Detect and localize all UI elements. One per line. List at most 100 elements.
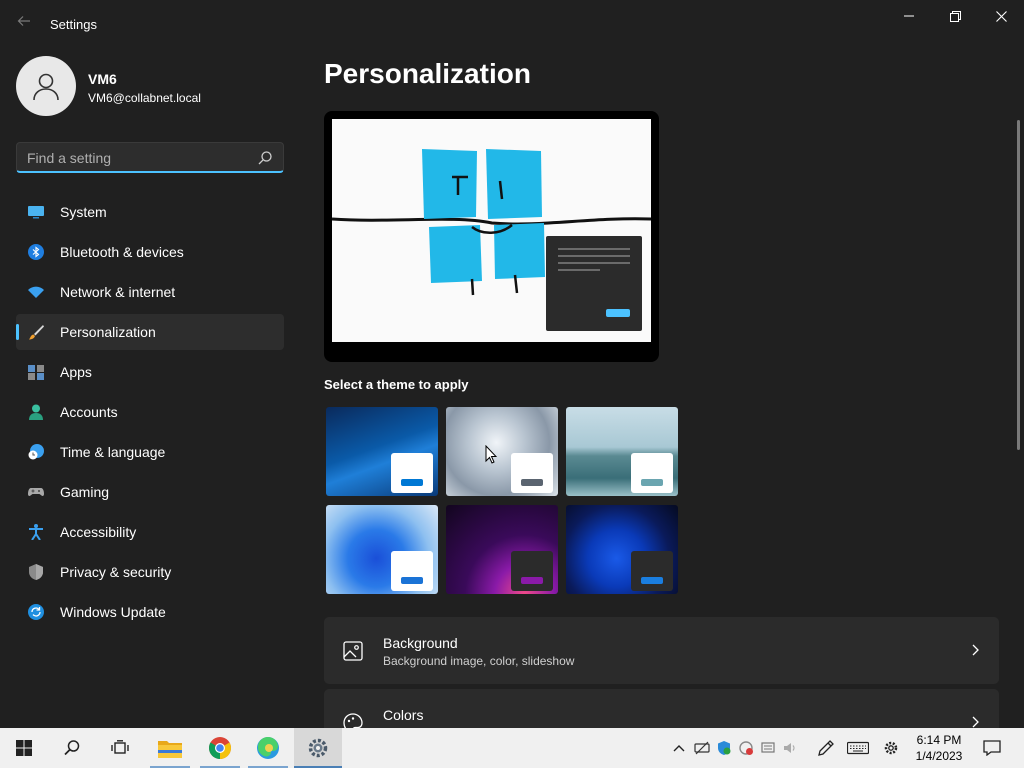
notifications-icon[interactable] <box>983 740 1001 756</box>
search-input[interactable] <box>27 148 247 168</box>
gamepad-icon <box>28 488 44 496</box>
title-bar: Settings <box>0 0 1024 48</box>
sidebar-item-label: Personalization <box>60 324 156 340</box>
close-button[interactable] <box>978 0 1024 32</box>
user-name: VM6 <box>88 71 117 87</box>
sidebar-item-bluetooth[interactable]: Bluetooth & devices <box>16 234 284 270</box>
mouse-cursor <box>485 445 497 464</box>
palette-icon <box>343 713 363 728</box>
pen-icon[interactable] <box>818 740 834 756</box>
search-icon <box>64 740 80 756</box>
sidebar-item-label: Accounts <box>60 404 118 420</box>
taskbar-search-button[interactable] <box>48 728 96 768</box>
theme-mini-window <box>631 453 673 493</box>
theme-mini-button <box>641 479 663 486</box>
person-icon <box>29 404 43 420</box>
sidebar-item-system[interactable]: System <box>16 194 284 230</box>
update-icon <box>28 604 44 620</box>
chrome-icon <box>209 737 231 759</box>
edge-button[interactable] <box>244 728 292 768</box>
theme-preview <box>324 111 659 362</box>
theme-mini-window <box>511 453 553 493</box>
sidebar-item-time-language[interactable]: Time & language <box>16 434 284 470</box>
security-icon[interactable] <box>716 740 732 756</box>
theme-mini-button <box>521 479 543 486</box>
sidebar-item-network[interactable]: Network & internet <box>16 274 284 310</box>
sidebar-item-gaming[interactable]: Gaming <box>16 474 284 510</box>
clock-date[interactable]: 1/4/2023 <box>914 749 964 763</box>
clock-time[interactable]: 6:14 PM <box>914 733 964 747</box>
edge-icon <box>257 736 279 759</box>
theme-mini-button <box>401 577 423 584</box>
card-title: Background <box>383 635 458 651</box>
shield-icon <box>29 564 43 580</box>
card-title: Colors <box>383 707 424 723</box>
theme-mini-button <box>401 479 423 486</box>
avatar <box>16 56 76 116</box>
theme-tile-bloom-light[interactable] <box>326 505 438 594</box>
sidebar-item-label: Time & language <box>60 444 166 460</box>
sidebar-nav: System Bluetooth & devices Network & int… <box>16 194 284 634</box>
start-button[interactable] <box>0 728 48 768</box>
sidebar-item-label: Bluetooth & devices <box>60 244 184 260</box>
back-button[interactable] <box>12 12 36 36</box>
network-disconnected-icon[interactable] <box>694 740 710 756</box>
chrome-button[interactable] <box>196 728 244 768</box>
sidebar-item-personalization[interactable]: Personalization <box>16 314 284 350</box>
file-explorer-icon <box>158 741 182 758</box>
sidebar-item-accessibility[interactable]: Accessibility <box>16 514 284 550</box>
sidebar-item-privacy-security[interactable]: Privacy & security <box>16 554 284 590</box>
theme-tile-glow[interactable] <box>446 407 558 496</box>
settings-icon <box>308 738 328 758</box>
restore-button[interactable] <box>932 0 978 32</box>
wifi-icon <box>28 286 44 298</box>
theme-mini-window <box>391 453 433 493</box>
minimize-icon <box>904 15 914 17</box>
scrollbar[interactable] <box>1017 120 1020 450</box>
sidebar-item-accounts[interactable]: Accounts <box>16 394 284 430</box>
close-icon <box>995 10 1007 22</box>
theme-tile-bloom-dark[interactable] <box>566 505 678 594</box>
user-email: VM6@collabnet.local <box>88 91 201 105</box>
theme-tile-windows-blue[interactable] <box>326 407 438 496</box>
sidebar-item-label: Privacy & security <box>60 564 172 580</box>
chevron-up-icon[interactable] <box>671 740 687 756</box>
minimize-button[interactable] <box>886 0 932 32</box>
themes-heading: Select a theme to apply <box>324 377 469 392</box>
file-explorer-button[interactable] <box>146 728 194 768</box>
colors-card[interactable]: Colors <box>324 689 999 728</box>
start-icon <box>16 740 32 756</box>
person-icon <box>33 73 59 101</box>
volume-icon[interactable] <box>782 740 798 756</box>
accessibility-icon <box>29 524 43 540</box>
taskbar: 6:14 PM 1/4/2023 <box>0 728 1024 768</box>
chevron-right-icon <box>972 716 979 728</box>
theme-tile-flow[interactable] <box>446 505 558 594</box>
preview-wallpaper <box>332 119 651 342</box>
keyboard-icon[interactable] <box>847 740 869 756</box>
sidebar-item-label: Gaming <box>60 484 110 500</box>
clock-globe-icon <box>28 444 44 460</box>
search-icon <box>258 151 272 165</box>
sidebar-item-label: Network & internet <box>60 284 176 300</box>
apps-icon <box>28 365 44 380</box>
theme-mini-window <box>391 551 433 591</box>
device-icon[interactable] <box>760 740 776 756</box>
preview-drawing <box>332 149 651 331</box>
page-title: Personalization <box>324 58 531 89</box>
theme-mini-button <box>641 577 663 584</box>
gear-icon[interactable] <box>883 740 899 756</box>
brush-icon <box>29 325 44 340</box>
background-card[interactable]: Background Background image, color, slid… <box>324 617 999 684</box>
search-box[interactable] <box>16 142 284 173</box>
theme-tile-captured-motion[interactable] <box>566 407 678 496</box>
task-view-button[interactable] <box>96 728 144 768</box>
settings-taskbar-button[interactable] <box>294 728 342 768</box>
back-arrow-icon <box>17 16 30 26</box>
sidebar-item-label: System <box>60 204 107 220</box>
sidebar-item-apps[interactable]: Apps <box>16 354 284 390</box>
sidebar-item-windows-update[interactable]: Windows Update <box>16 594 284 630</box>
alert-icon[interactable] <box>738 740 754 756</box>
sidebar-item-label: Accessibility <box>60 524 137 540</box>
app-title: Settings <box>50 17 97 32</box>
